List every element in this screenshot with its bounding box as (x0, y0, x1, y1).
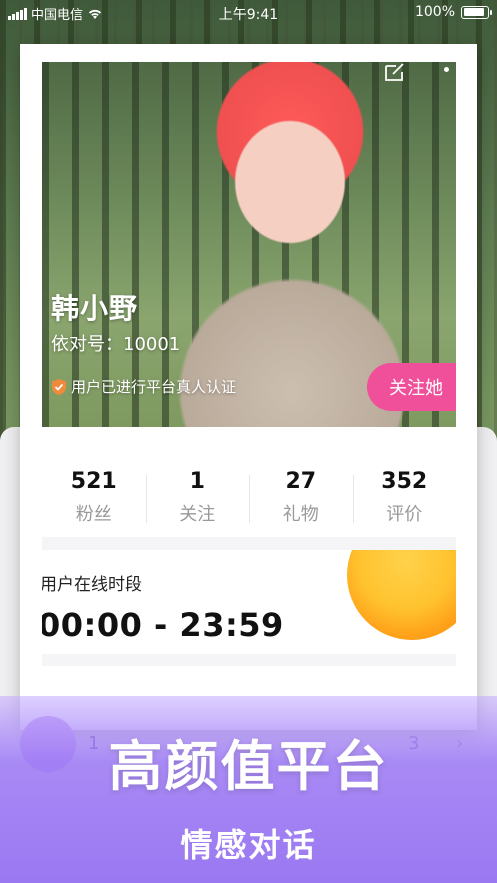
battery-icon (461, 5, 492, 19)
stat-label: 评价 (386, 504, 423, 525)
more-icon[interactable] (444, 67, 449, 72)
promo-headline: 高颜值平台 (108, 735, 389, 798)
uid-value: 10001 (123, 334, 181, 355)
uid-label: 依对号： (51, 334, 123, 355)
promo-subline: 情感对话 (180, 826, 317, 864)
battery-percent: 100% (414, 4, 455, 20)
verification-text: 用户已进行平台真人认证 (71, 378, 237, 396)
stat-label: 粉丝 (75, 504, 112, 525)
stat-following[interactable]: 1 关注 (145, 427, 250, 537)
sun-illustration (347, 550, 456, 640)
stat-label: 关注 (179, 504, 216, 525)
stat-value: 352 (381, 469, 428, 494)
verification-row: 用户已进行平台真人认证 (51, 376, 236, 397)
profile-name: 韩小野 (51, 292, 139, 325)
stats-bar: 521 粉丝 1 关注 27 礼物 352 评价 (42, 427, 456, 537)
stat-reviews[interactable]: 352 评价 (352, 427, 457, 537)
profile-uid: 依对号：10001 (51, 330, 180, 356)
stat-value: 1 (189, 469, 205, 494)
edit-icon[interactable] (384, 62, 406, 82)
status-bar: 中国电信 上午9:41 100% (0, 0, 497, 24)
online-hours-range: 00:00 - 23:59 (42, 606, 284, 644)
follow-button[interactable]: 关注她 (367, 363, 456, 411)
online-hours-title: 用户在线时段 (42, 575, 142, 595)
shield-check-icon (52, 378, 66, 395)
online-hours-card: 用户在线时段 00:00 - 23:59 (42, 550, 456, 654)
profile-screen: 韩小野 依对号：10001 用户已进行平台真人认证 关注她 521 粉丝 1 关… (42, 62, 456, 712)
stat-label: 礼物 (282, 504, 319, 525)
stat-value: 521 (70, 469, 117, 494)
stat-fans[interactable]: 521 粉丝 (42, 427, 146, 537)
stat-gifts[interactable]: 27 礼物 (249, 427, 353, 537)
stat-value: 27 (285, 469, 317, 494)
